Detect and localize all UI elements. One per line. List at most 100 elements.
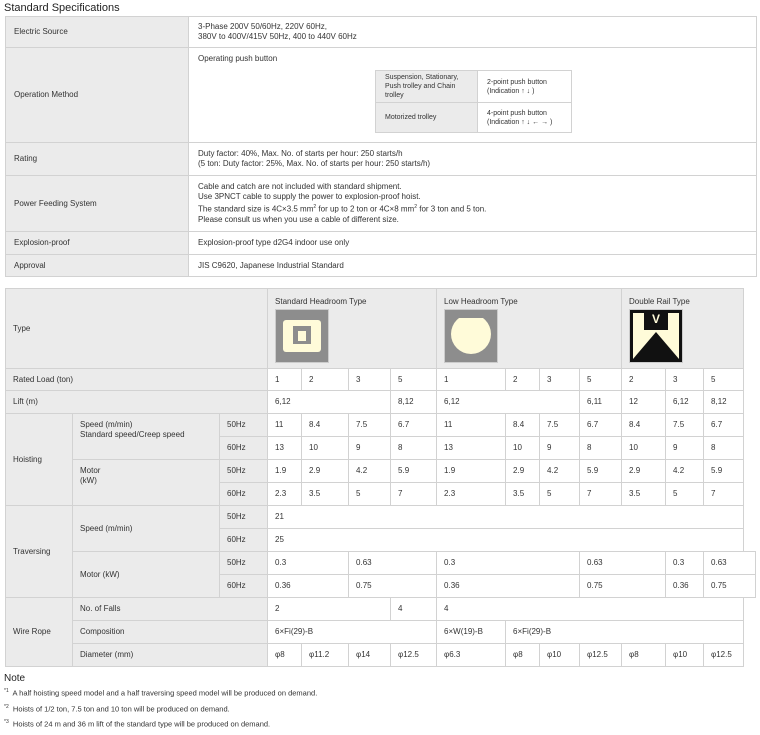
power-feeding-label: Power Feeding System	[5, 175, 189, 232]
traversing-speed-label: Speed (m/min)	[72, 505, 220, 552]
value-cell: 13	[267, 436, 303, 460]
traversing-motor-50-row: Motor (kW) 50Hz 0.3 0.63 0.3 0.63 0.3 0.…	[6, 551, 756, 598]
hz-label: 60Hz	[218, 436, 269, 460]
rated-load-cell: 2	[301, 368, 350, 391]
value-cell: 6×W(19)-B	[436, 620, 507, 644]
value-cell: 10	[621, 436, 667, 460]
traversing-speed-50-row: Traversing Speed (m/min) 50Hz 21	[5, 505, 756, 598]
standard-specifications-table: Electric Source 3-Phase 200V 50/60Hz, 22…	[5, 16, 757, 277]
value-cell: 6×Fi(29)-B	[267, 620, 438, 644]
spec-row-electric: Electric Source 3-Phase 200V 50/60Hz, 22…	[5, 16, 757, 48]
value-cell: 3.5	[621, 482, 667, 506]
low-headroom-type: Low Headroom Type	[436, 288, 623, 369]
traversing-label: Traversing	[5, 505, 73, 598]
value-cell: 6.7	[579, 413, 623, 437]
value-cell: 0.75	[348, 574, 438, 598]
notes-heading: Note	[4, 673, 26, 684]
low-headroom-type-label: Low Headroom Type	[444, 297, 518, 306]
rating-label: Rating	[5, 142, 189, 176]
electric-source-value: 3-Phase 200V 50/60Hz, 220V 60Hz, 380V to…	[188, 16, 757, 48]
value-cell: φ12.5	[579, 643, 623, 667]
lift-cell: 6,11	[579, 390, 623, 414]
rated-load-cell: 1	[436, 368, 507, 391]
spec-row-explosion: Explosion-proof Explosion-proof type d2G…	[5, 231, 757, 255]
value-cell: 2.3	[436, 482, 507, 506]
spec-row-rating: Rating Duty factor: 40%, Max. No. of sta…	[5, 142, 757, 176]
value-cell: 7.5	[665, 413, 705, 437]
lift-label: Lift (m)	[4, 390, 269, 414]
value-cell: 1.9	[267, 459, 303, 483]
standard-headroom-type: Standard Headroom Type	[267, 288, 438, 369]
op-sub-value-1: 2-point push button (Indication ↑ ↓ )	[477, 70, 572, 103]
value-cell: φ8	[267, 643, 303, 667]
value-cell: φ12.5	[390, 643, 438, 667]
hz-label: 50Hz	[218, 551, 269, 575]
rated-load-cell: 5	[579, 368, 623, 391]
hoisting-label: Hoisting	[5, 413, 73, 506]
value-cell: 8	[390, 436, 438, 460]
rated-load-cell: 2	[621, 368, 667, 391]
value-cell: 7	[703, 482, 745, 506]
standard-headroom-icon	[275, 309, 330, 363]
hz-label: 50Hz	[218, 413, 269, 437]
low-headroom-icon	[444, 309, 499, 363]
value-cell: 2.9	[301, 459, 350, 483]
wire-composition-row: Composition 6×Fi(29)-B 6×W(19)-B 6×Fi(29…	[6, 620, 756, 644]
spec-row-power: Power Feeding System Cable and catch are…	[5, 175, 757, 232]
hoisting-speed-label: Speed (m/min) Standard speed/Creep speed	[72, 413, 220, 460]
value-cell: 7.5	[348, 413, 392, 437]
value-cell: 0.75	[579, 574, 667, 598]
power-feeding-value: Cable and catch are not included with st…	[188, 175, 757, 232]
diameter-label: Diameter (mm)	[71, 643, 269, 667]
value-cell: 0.63	[703, 551, 756, 575]
lift-cell: 8,12	[703, 390, 745, 414]
value-cell: 7	[579, 482, 623, 506]
model-specifications-table: Type Standard Headroom Type Low Headroom…	[4, 288, 756, 667]
note-3: *3 Hoists of 24 m and 36 m lift of the s…	[4, 719, 271, 729]
value-cell: 0.75	[703, 574, 756, 598]
hoisting-motor-50-row: Motor (kW) 50Hz 1.9 2.9 4.2 5.9 1.9 2.9 4…	[6, 459, 756, 506]
value-cell: 0.3	[665, 551, 705, 575]
op-sub-value-2: 4-point push button (Indication ↑ ↓ ← → )	[477, 102, 572, 133]
type-label: Type	[4, 288, 269, 369]
operation-method-label: Operation Method	[5, 47, 189, 143]
lift-cell: 6,12	[436, 390, 581, 414]
wire-rope-label: Wire Rope	[5, 597, 73, 667]
operation-subtable: Suspension, Stationary, Push trolley and …	[375, 70, 572, 133]
wire-diameter-row: Diameter (mm) φ8 φ11.2 φ14 φ12.5 φ6.3 φ8…	[6, 643, 756, 667]
value-cell: 4.2	[665, 459, 705, 483]
value-cell: 0.36	[267, 574, 350, 598]
value-cell: 10	[505, 436, 541, 460]
hz-label: 60Hz	[218, 482, 269, 506]
value-cell: 2.9	[621, 459, 667, 483]
value-cell: 9	[665, 436, 705, 460]
operation-method-value: Operating push button Suspension, Statio…	[188, 47, 757, 143]
operation-main-text: Operating push button	[198, 54, 278, 63]
lift-cell: 6,12	[267, 390, 392, 414]
value-cell: 11	[267, 413, 303, 437]
value-cell: 4	[436, 597, 745, 621]
value-cell: 0.63	[348, 551, 438, 575]
notes-section: Note *1 A half hoisting speed model and …	[4, 673, 754, 735]
value-cell: 0.36	[436, 574, 581, 598]
hoisting-speed-50-row: Hoisting Speed (m/min) Standard speed/Cre…	[5, 413, 756, 506]
rated-load-row: Rated Load (ton) 1 2 3 5 1 2 3 5 2 3 5	[4, 368, 756, 391]
double-rail-type: Double Rail Type V	[621, 288, 745, 369]
value-cell: φ10	[665, 643, 705, 667]
value-cell: 4	[390, 597, 438, 621]
explosion-proof-value: Explosion-proof type d2G4 indoor use onl…	[188, 231, 757, 255]
value-cell: 4.2	[348, 459, 392, 483]
value-cell: φ12.5	[703, 643, 745, 667]
traversing-motor-label: Motor (kW)	[72, 551, 220, 598]
value-cell: 9	[348, 436, 392, 460]
value-cell: 3.5	[505, 482, 541, 506]
rated-load-cell: 3	[539, 368, 581, 391]
value-cell: 0.36	[665, 574, 705, 598]
lift-cell: 6,12	[665, 390, 705, 414]
value-cell: 2	[267, 597, 392, 621]
rated-load-cell: 3	[348, 368, 392, 391]
lift-cell: 8,12	[390, 390, 438, 414]
spec-row-approval: Approval JIS C9620, Japanese Industrial …	[5, 254, 757, 277]
value-cell: φ8	[505, 643, 541, 667]
value-cell: 6.7	[703, 413, 745, 437]
